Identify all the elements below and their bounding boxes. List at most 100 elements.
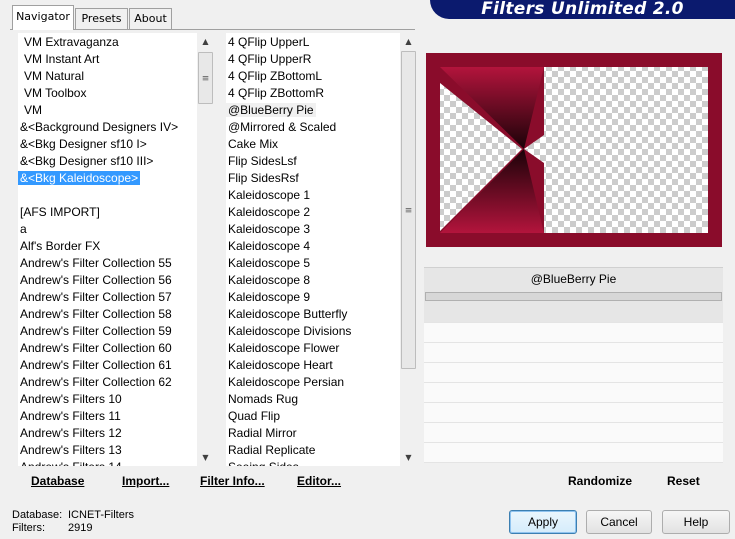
selected-filter-name: @BlueBerry Pie: [424, 267, 723, 291]
filter-item-label: Kaleidoscope 8: [228, 273, 311, 287]
help-button[interactable]: Help: [662, 510, 730, 534]
category-item-label: a: [20, 222, 27, 236]
category-item-label: VM Extravaganza: [24, 35, 119, 49]
editor-button[interactable]: Editor...: [297, 469, 341, 493]
filter-item[interactable]: Kaleidoscope Persian: [226, 374, 400, 391]
category-item[interactable]: VM Instant Art: [18, 51, 197, 68]
filter-item[interactable]: Kaleidoscope 8: [226, 272, 400, 289]
apply-button[interactable]: Apply: [509, 510, 577, 534]
filter-item[interactable]: Kaleidoscope 3: [226, 221, 400, 238]
filter-item-label: Kaleidoscope 3: [228, 222, 311, 236]
category-item[interactable]: [18, 187, 197, 204]
filter-item[interactable]: Kaleidoscope 4: [226, 238, 400, 255]
filter-item[interactable]: Radial Replicate: [226, 442, 400, 459]
category-item-label: Andrew's Filters 10: [20, 392, 122, 406]
filter-item-label: Kaleidoscope 9: [228, 290, 311, 304]
tab-presets[interactable]: Presets: [75, 8, 128, 29]
filter-item[interactable]: Kaleidoscope Heart: [226, 357, 400, 374]
scroll-thumb[interactable]: ≡: [198, 52, 213, 104]
category-item[interactable]: Andrew's Filter Collection 56: [18, 272, 197, 289]
filter-item[interactable]: Kaleidoscope 9: [226, 289, 400, 306]
scroll-up-icon[interactable]: ▲: [197, 33, 214, 50]
category-item[interactable]: Andrew's Filter Collection 55: [18, 255, 197, 272]
category-item[interactable]: &<Bkg Designer sf10 III>: [18, 153, 197, 170]
filter-item[interactable]: 4 QFlip UpperL: [226, 34, 400, 51]
filter-item[interactable]: @BlueBerry Pie: [226, 102, 400, 119]
category-item[interactable]: VM Toolbox: [18, 85, 197, 102]
filter-item[interactable]: Cake Mix: [226, 136, 400, 153]
category-item[interactable]: Andrew's Filters 10: [18, 391, 197, 408]
category-item[interactable]: Andrew's Filter Collection 60: [18, 340, 197, 357]
filter-item[interactable]: 4 QFlip UpperR: [226, 51, 400, 68]
filter-item[interactable]: Kaleidoscope 1: [226, 187, 400, 204]
scroll-up-icon[interactable]: ▲: [400, 33, 417, 50]
scroll-down-icon[interactable]: ▼: [197, 449, 214, 466]
filter-list-panel: 4 QFlip UpperL 4 QFlip UpperR 4 QFlip ZBot…: [226, 33, 417, 466]
category-item[interactable]: VM: [18, 102, 197, 119]
param-row: [424, 383, 723, 403]
category-item[interactable]: Andrew's Filters 12: [18, 425, 197, 442]
slider-bar[interactable]: [425, 292, 722, 301]
filter-item-label: 4 QFlip UpperL: [228, 35, 310, 49]
category-item[interactable]: VM Natural: [18, 68, 197, 85]
filter-item[interactable]: Kaleidoscope Flower: [226, 340, 400, 357]
filter-item[interactable]: Radial Mirror: [226, 425, 400, 442]
filter-item[interactable]: @Mirrored & Scaled: [226, 119, 400, 136]
category-item[interactable]: &<Bkg Kaleidoscope>: [18, 170, 197, 187]
category-item[interactable]: Andrew's Filters 14: [18, 459, 197, 466]
category-item[interactable]: [AFS IMPORT]: [18, 204, 197, 221]
category-item-label: VM Toolbox: [24, 86, 87, 100]
category-item[interactable]: Andrew's Filter Collection 58: [18, 306, 197, 323]
reset-button[interactable]: Reset: [667, 469, 700, 493]
scroll-down-icon[interactable]: ▼: [400, 449, 417, 466]
category-item[interactable]: a: [18, 221, 197, 238]
tab-about[interactable]: About: [129, 8, 172, 29]
filter-item[interactable]: Flip SidesLsf: [226, 153, 400, 170]
category-item-label: Andrew's Filter Collection 61: [20, 358, 172, 372]
filter-item[interactable]: Kaleidoscope Butterfly: [226, 306, 400, 323]
tab-navigator[interactable]: Navigator: [12, 5, 74, 30]
category-item[interactable]: Andrew's Filters 11: [18, 408, 197, 425]
cancel-button[interactable]: Cancel: [586, 510, 652, 534]
category-item-label: Andrew's Filters 11: [20, 409, 121, 423]
category-item-label: Andrew's Filter Collection 57: [20, 290, 172, 304]
database-value: ICNET-Filters: [68, 509, 134, 521]
filter-list: 4 QFlip UpperL 4 QFlip UpperR 4 QFlip ZBot…: [226, 34, 400, 466]
filter-item[interactable]: 4 QFlip ZBottomL: [226, 68, 400, 85]
import-button[interactable]: Import...: [122, 469, 169, 493]
filter-item[interactable]: Kaleidoscope Divisions: [226, 323, 400, 340]
filter-item[interactable]: Seeing Sides: [226, 459, 400, 466]
category-item-label: Andrew's Filter Collection 55: [20, 256, 172, 270]
filter-item-label: 4 QFlip UpperR: [228, 52, 312, 66]
category-scrollbar[interactable]: ▲ ≡ ▼: [197, 33, 214, 466]
category-item[interactable]: &<Bkg Designer sf10 I>: [18, 136, 197, 153]
filter-item-label: Radial Mirror: [228, 426, 297, 440]
grip-icon: ≡: [201, 74, 210, 84]
filter-item[interactable]: Kaleidoscope 5: [226, 255, 400, 272]
parameter-slider[interactable]: [424, 291, 723, 303]
category-item[interactable]: Andrew's Filter Collection 57: [18, 289, 197, 306]
filter-item[interactable]: Kaleidoscope 2: [226, 204, 400, 221]
database-button[interactable]: Database: [31, 469, 84, 493]
category-list: VM Extravaganza VM Instant Art VM Natural V…: [18, 34, 197, 466]
category-item[interactable]: VM Extravaganza: [18, 34, 197, 51]
filter-item[interactable]: Quad Flip: [226, 408, 400, 425]
filter-scrollbar[interactable]: ▲ ≡ ▼: [400, 33, 417, 466]
filter-item[interactable]: Nomads Rug: [226, 391, 400, 408]
category-item[interactable]: &<Background Designers IV>: [18, 119, 197, 136]
filter-item[interactable]: 4 QFlip ZBottomR: [226, 85, 400, 102]
category-item[interactable]: Andrew's Filter Collection 62: [18, 374, 197, 391]
category-item[interactable]: Andrew's Filters 13: [18, 442, 197, 459]
scroll-thumb[interactable]: ≡: [401, 51, 416, 369]
filter-info-button[interactable]: Filter Info...: [200, 469, 265, 493]
category-item[interactable]: Alf's Border FX: [18, 238, 197, 255]
filter-item-label: Flip SidesRsf: [228, 171, 299, 185]
category-item[interactable]: Andrew's Filter Collection 61: [18, 357, 197, 374]
randomize-button[interactable]: Randomize: [568, 469, 632, 493]
filters-status: Filters: 2919: [12, 522, 92, 534]
category-item-label: Alf's Border FX: [20, 239, 101, 253]
category-item[interactable]: Andrew's Filter Collection 59: [18, 323, 197, 340]
param-row: [424, 343, 723, 363]
preview-art: [426, 53, 722, 247]
filter-item[interactable]: Flip SidesRsf: [226, 170, 400, 187]
